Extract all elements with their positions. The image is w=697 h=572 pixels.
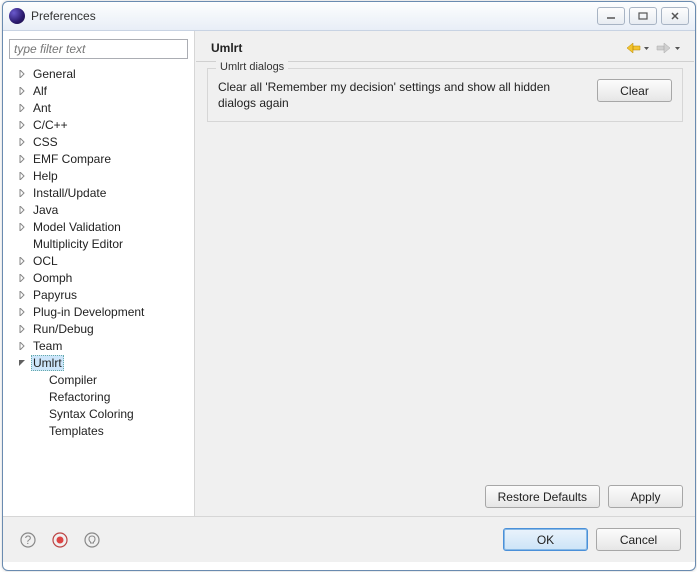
apply-button[interactable]: Apply xyxy=(608,485,683,508)
tree-item[interactable]: Umlrt xyxy=(9,354,188,371)
twisty-collapsed-icon[interactable] xyxy=(17,222,27,232)
tree-item[interactable]: Compiler xyxy=(9,371,188,388)
cancel-button[interactable]: Cancel xyxy=(596,528,681,551)
twisty-collapsed-icon[interactable] xyxy=(17,256,27,266)
twisty-collapsed-icon[interactable] xyxy=(17,154,27,164)
tree-item-label: Alf xyxy=(31,84,49,98)
tree-item-label: Templates xyxy=(47,424,106,438)
twisty-collapsed-icon[interactable] xyxy=(17,137,27,147)
page-title: Umlrt xyxy=(211,41,619,55)
tree-item[interactable]: Alf xyxy=(9,82,188,99)
tree-item[interactable]: C/C++ xyxy=(9,116,188,133)
minimize-button[interactable] xyxy=(597,7,625,25)
twisty-collapsed-icon[interactable] xyxy=(17,273,27,283)
tree-item-label: OCL xyxy=(31,254,60,268)
tree-item-label: CSS xyxy=(31,135,60,149)
tree-item[interactable]: OCL xyxy=(9,252,188,269)
tree-item-label: Ant xyxy=(31,101,53,115)
tree-item-label: C/C++ xyxy=(31,118,70,132)
tree-item-label: Refactoring xyxy=(47,390,112,404)
tree-item-label: Install/Update xyxy=(31,186,108,200)
tree-item[interactable]: EMF Compare xyxy=(9,150,188,167)
filter-input[interactable] xyxy=(9,39,188,59)
main-pane: Umlrt Umlrt dialogs Clear all 'Remember … xyxy=(195,31,695,516)
twisty-collapsed-icon[interactable] xyxy=(17,341,27,351)
tree-item-label: EMF Compare xyxy=(31,152,113,166)
tree-item-label: Java xyxy=(31,203,60,217)
twisty-collapsed-icon[interactable] xyxy=(17,69,27,79)
clear-button[interactable]: Clear xyxy=(597,79,672,102)
titlebar[interactable]: Preferences xyxy=(3,2,695,31)
twisty-collapsed-icon[interactable] xyxy=(17,290,27,300)
tree-item-label: Papyrus xyxy=(31,288,79,302)
bottom-bar: ? OK Cancel xyxy=(3,516,695,562)
lightbulb-icon[interactable] xyxy=(81,529,103,551)
tree-item[interactable]: Plug-in Development xyxy=(9,303,188,320)
record-icon[interactable] xyxy=(49,529,71,551)
tree-item[interactable]: General xyxy=(9,65,188,82)
tree-item[interactable]: Templates xyxy=(9,422,188,439)
sidebar: General Alf Ant C/C++ CSS EMF Compare Help Inst… xyxy=(3,31,195,516)
tree-item-label: Compiler xyxy=(47,373,99,387)
close-button[interactable] xyxy=(661,7,689,25)
preferences-tree: General Alf Ant C/C++ CSS EMF Compare Help Inst… xyxy=(9,65,188,439)
tree-item[interactable]: Papyrus xyxy=(9,286,188,303)
tree-item-label: Run/Debug xyxy=(31,322,96,336)
tree-item[interactable]: Run/Debug xyxy=(9,320,188,337)
tree-item[interactable]: Refactoring xyxy=(9,388,188,405)
twisty-collapsed-icon[interactable] xyxy=(17,120,27,130)
tree-item[interactable]: Syntax Coloring xyxy=(9,405,188,422)
nav-forward-button[interactable] xyxy=(656,42,681,54)
twisty-expanded-icon[interactable] xyxy=(17,358,27,368)
tree-item-label: Syntax Coloring xyxy=(47,407,136,421)
twisty-collapsed-icon[interactable] xyxy=(17,324,27,334)
tree-item[interactable]: CSS xyxy=(9,133,188,150)
restore-defaults-button[interactable]: Restore Defaults xyxy=(485,485,600,508)
window-title: Preferences xyxy=(31,9,593,23)
twisty-collapsed-icon[interactable] xyxy=(17,188,27,198)
group-description: Clear all 'Remember my decision' setting… xyxy=(218,79,587,111)
tree-item[interactable]: Ant xyxy=(9,99,188,116)
tree-item-label: Model Validation xyxy=(31,220,123,234)
maximize-button[interactable] xyxy=(629,7,657,25)
twisty-collapsed-icon[interactable] xyxy=(17,307,27,317)
help-icon[interactable]: ? xyxy=(17,529,39,551)
twisty-collapsed-icon[interactable] xyxy=(17,205,27,215)
svg-text:?: ? xyxy=(25,533,32,547)
tree-item[interactable]: Model Validation xyxy=(9,218,188,235)
tree-item[interactable]: Team xyxy=(9,337,188,354)
nav-back-button[interactable] xyxy=(625,42,650,54)
tree-item-label: Umlrt xyxy=(31,355,64,371)
tree-item-label: Help xyxy=(31,169,60,183)
umlrt-dialogs-group: Umlrt dialogs Clear all 'Remember my dec… xyxy=(207,68,683,122)
tree-item-label: Oomph xyxy=(31,271,74,285)
group-title: Umlrt dialogs xyxy=(216,61,288,73)
tree-item-label: Team xyxy=(31,339,64,353)
tree-item[interactable]: Java xyxy=(9,201,188,218)
preferences-window: Preferences General Alf Ant C/C++ CSS EMF Com… xyxy=(2,1,696,571)
tree-item[interactable]: Help xyxy=(9,167,188,184)
ok-button[interactable]: OK xyxy=(503,528,588,551)
twisty-collapsed-icon[interactable] xyxy=(17,86,27,96)
tree-item-label: Plug-in Development xyxy=(31,305,146,319)
tree-item[interactable]: Multiplicity Editor xyxy=(9,235,188,252)
tree-item-label: Multiplicity Editor xyxy=(31,237,125,251)
twisty-collapsed-icon[interactable] xyxy=(17,171,27,181)
eclipse-icon xyxy=(9,8,25,24)
tree-item[interactable]: Oomph xyxy=(9,269,188,286)
tree-item[interactable]: Install/Update xyxy=(9,184,188,201)
tree-item-label: General xyxy=(31,67,78,81)
twisty-collapsed-icon[interactable] xyxy=(17,103,27,113)
